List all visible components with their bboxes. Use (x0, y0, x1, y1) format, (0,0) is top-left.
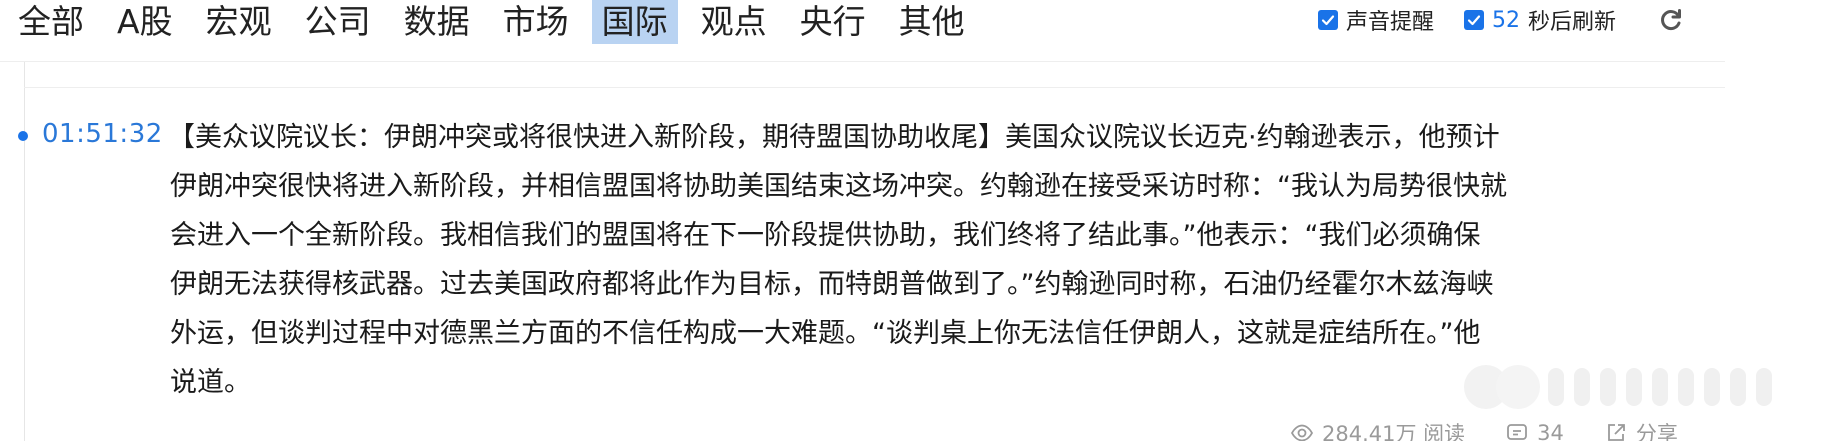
news-text-line: 【美众议院议长：伊朗冲突或将很快进入新阶段，期待盟国协助收尾】美国众议院议长迈克… (168, 122, 1500, 153)
timeline-dot (18, 131, 28, 141)
auto-refresh-label: 秒后刷新 (1528, 10, 1617, 35)
comment-icon (1507, 424, 1528, 440)
sound-alert-toggle[interactable]: 声音提醒 (1318, 4, 1434, 36)
comments-stat[interactable]: 34 (1505, 421, 1564, 441)
checkmark-icon (1321, 15, 1335, 26)
views-count: 284.41万 阅读 (1322, 422, 1466, 441)
share-button[interactable]: 分享 (1604, 418, 1678, 441)
news-stats: 284.41万 阅读 34 分享 (1290, 418, 1718, 441)
news-time: 01:51:32 (42, 119, 163, 149)
news-text-line: 伊朗冲突很快将进入新阶段，并相信盟国将协助美国结束这场冲突。约翰逊在接受采访时称… (170, 171, 1507, 202)
tab-a-shares[interactable]: A股 (107, 0, 183, 44)
loading-indicator (1464, 365, 1772, 409)
share-icon (1607, 424, 1625, 441)
eye-icon (1290, 424, 1314, 441)
feed-divider (24, 87, 1725, 88)
news-feed-page: 全部 A股 宏观 公司 数据 市场 国际 观点 央行 其他 声音提醒 52 秒后… (0, 0, 1827, 441)
category-tabs: 全部 A股 宏观 公司 数据 市场 国际 观点 央行 其他 (8, 0, 988, 44)
checkmark-icon (1467, 15, 1481, 26)
news-text-line: 伊朗无法获得核武器。过去美国政府都将此作为目标，而特朗普做到了。”约翰逊同时称，… (170, 269, 1494, 300)
tab-macro[interactable]: 宏观 (196, 0, 282, 44)
sound-alert-label: 声音提醒 (1346, 10, 1435, 35)
tab-data[interactable]: 数据 (394, 0, 480, 44)
tab-opinion[interactable]: 观点 (691, 0, 777, 44)
news-text-line: 会进入一个全新阶段。我相信我们的盟国将在下一阶段提供协助，我们终将了结此事。”他… (170, 220, 1481, 251)
views-stat: 284.41万 阅读 (1290, 418, 1465, 441)
tab-company[interactable]: 公司 (295, 0, 381, 44)
auto-refresh-checkbox[interactable] (1464, 10, 1485, 30)
refresh-icon[interactable] (1658, 7, 1684, 33)
news-text-line: 外运，但谈判过程中对德黑兰方面的不信任构成一大难题。“谈判桌上你无法信任伊朗人，… (170, 318, 1481, 349)
comments-count: 34 (1537, 421, 1564, 441)
tab-international[interactable]: 国际 (591, 0, 678, 44)
auto-refresh-toggle[interactable]: 52 秒后刷新 (1464, 4, 1616, 36)
timeline-axis (24, 62, 25, 441)
sound-alert-checkbox[interactable] (1318, 10, 1338, 30)
refresh-countdown: 52 (1492, 7, 1521, 33)
category-tab-bar: 全部 A股 宏观 公司 数据 市场 国际 观点 央行 其他 声音提醒 52 秒后… (0, 0, 1725, 44)
share-label: 分享 (1635, 422, 1678, 441)
tab-other[interactable]: 其他 (889, 0, 975, 44)
tab-market[interactable]: 市场 (493, 0, 579, 44)
feed-controls: 声音提醒 52 秒后刷新 (1318, 0, 1684, 40)
tab-all[interactable]: 全部 (8, 0, 94, 44)
header-divider (0, 61, 1725, 62)
tab-central-bank[interactable]: 央行 (790, 0, 876, 44)
